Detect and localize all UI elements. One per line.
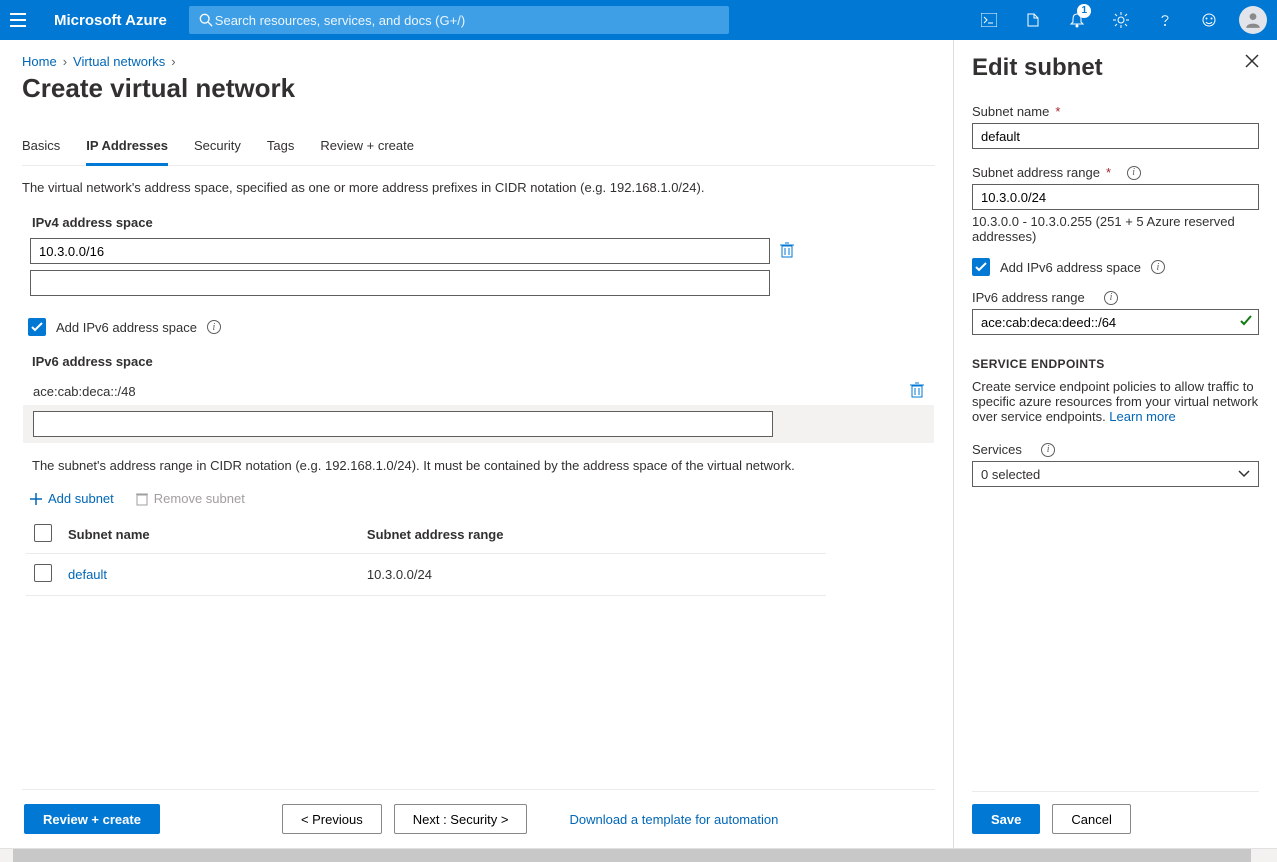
account-avatar[interactable] [1239,6,1267,34]
chevron-right-icon: › [171,54,175,69]
info-icon[interactable] [1151,260,1165,274]
cancel-button[interactable]: Cancel [1052,804,1130,834]
azure-top-bar: Microsoft Azure 1 [0,0,1277,40]
search-input[interactable] [213,12,719,29]
subnet-range-cell: 10.3.0.0/24 [359,554,826,596]
save-button[interactable]: Save [972,804,1040,834]
checkbox-add-ipv6[interactable] [28,318,46,336]
subnet-range-label: Subnet address range [972,165,1100,180]
tab-security[interactable]: Security [194,132,241,165]
cloud-shell-icon[interactable] [969,0,1009,40]
settings-icon[interactable] [1101,0,1141,40]
wizard-tabs: Basics IP Addresses Security Tags Review… [22,132,935,166]
global-search[interactable] [189,6,729,34]
menu-icon [10,13,26,27]
review-create-button[interactable]: Review + create [24,804,160,834]
tab-ip-addresses[interactable]: IP Addresses [86,132,168,166]
panel-ipv6-input[interactable] [972,309,1259,335]
breadcrumb-vnets[interactable]: Virtual networks [73,54,165,69]
panel-checkbox-ipv6[interactable] [972,258,990,276]
download-template-link[interactable]: Download a template for automation [569,812,778,827]
plus-icon [30,493,42,505]
ipv6-label: IPv6 address space [32,354,935,369]
breadcrumb-home[interactable]: Home [22,54,57,69]
ipv4-input-1[interactable] [30,270,770,296]
panel-ipv6-label: IPv6 address range [972,290,1085,305]
delete-ipv4-row-0[interactable] [780,242,794,261]
panel-title: Edit subnet [972,54,1103,82]
search-icon [199,13,213,27]
subnet-name-input[interactable] [972,123,1259,149]
previous-button[interactable]: < Previous [282,804,382,834]
subnets-table: Subnet name Subnet address range default… [26,516,826,596]
wizard-footer: Review + create < Previous Next : Securi… [22,789,935,848]
subnet-hint: The subnet's address range in CIDR notat… [32,458,812,473]
breadcrumbs: Home › Virtual networks › [22,54,935,69]
info-icon[interactable] [1127,166,1141,180]
delete-ipv6-row-0[interactable] [910,382,924,401]
remove-subnet-label: Remove subnet [154,491,245,506]
checkmark-icon [1239,314,1253,328]
tab-review[interactable]: Review + create [320,132,414,165]
close-panel-button[interactable] [1245,54,1259,71]
directories-icon[interactable] [1013,0,1053,40]
addr-space-description: The virtual network's address space, spe… [22,180,935,195]
ipv4-label: IPv4 address space [32,215,935,230]
notifications-icon[interactable]: 1 [1057,0,1097,40]
subnet-row-checkbox[interactable] [34,564,52,582]
subnet-select-all[interactable] [34,524,52,542]
subnet-range-hint: 10.3.0.0 - 10.3.0.255 (251 + 5 Azure res… [972,214,1259,244]
trash-icon [910,382,924,398]
info-icon[interactable] [1041,443,1055,457]
subnet-col-range: Subnet address range [359,516,826,554]
next-button[interactable]: Next : Security > [394,804,528,834]
product-name[interactable]: Microsoft Azure [48,12,173,29]
info-icon[interactable] [207,320,221,334]
main-content: Home › Virtual networks › Create virtual… [0,40,953,848]
services-value: 0 selected [981,467,1040,482]
tab-tags[interactable]: Tags [267,132,294,165]
panel-add-ipv6-label: Add IPv6 address space [1000,260,1141,275]
services-dropdown[interactable]: 0 selected [972,461,1259,487]
chevron-right-icon: › [63,54,67,69]
subnet-name-label: Subnet name [972,104,1049,119]
learn-more-link[interactable]: Learn more [1109,409,1175,424]
service-endpoints-heading: SERVICE ENDPOINTS [972,357,1259,371]
edit-subnet-panel: Edit subnet Subnet name * Subnet address… [953,40,1277,848]
subnet-row: default 10.3.0.0/24 [26,554,826,596]
notifications-badge: 1 [1077,4,1091,18]
info-icon[interactable] [1104,291,1118,305]
feedback-icon[interactable] [1189,0,1229,40]
services-label: Services [972,442,1022,457]
ipv4-input-0[interactable] [30,238,770,264]
remove-subnet-button: Remove subnet [136,491,245,506]
ipv6-input-new[interactable] [33,411,773,437]
trash-icon [780,242,794,258]
trash-icon [136,492,148,506]
page-title: Create virtual network [22,73,935,104]
check-icon [975,262,987,272]
add-ipv6-label: Add IPv6 address space [56,320,197,335]
chevron-down-icon [1238,470,1250,478]
close-icon [1245,54,1259,68]
check-icon [31,322,43,332]
ipv6-value-row: ace:cab:deca::/48 [33,384,136,399]
subnet-name-link[interactable]: default [68,567,107,582]
subnet-col-name: Subnet name [60,516,359,554]
add-subnet-button[interactable]: Add subnet [30,491,114,506]
hamburger-menu[interactable] [0,0,36,40]
tab-basics[interactable]: Basics [22,132,60,165]
help-icon[interactable] [1145,0,1185,40]
subnet-range-input[interactable] [972,184,1259,210]
add-subnet-label: Add subnet [48,491,114,506]
horizontal-scrollbar[interactable] [0,848,1277,862]
